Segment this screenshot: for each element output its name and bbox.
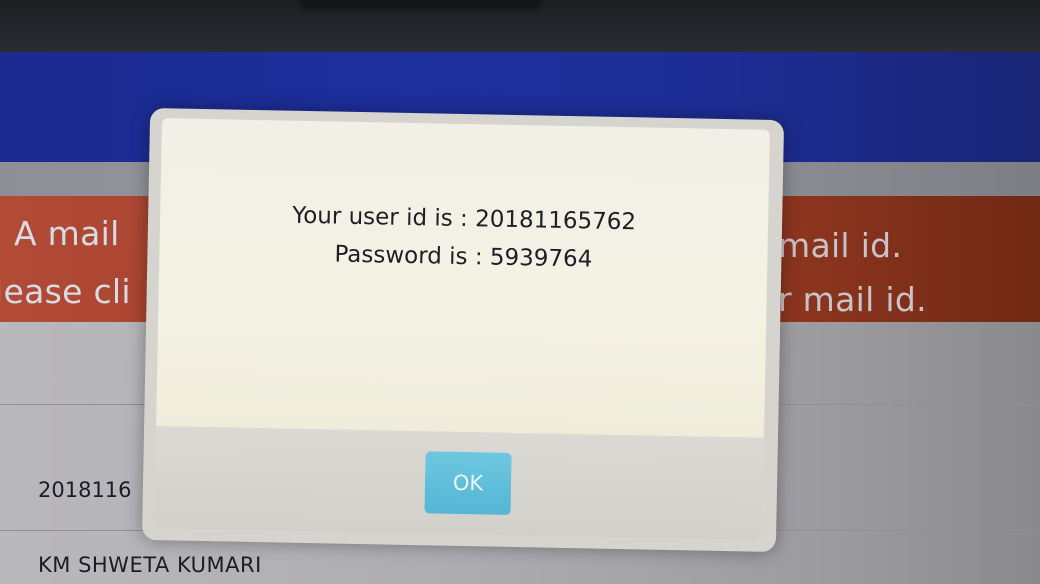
credentials-dialog: Your user id is : 20181165762 Password i… <box>141 107 785 553</box>
alert-text-line1-right: mail id. <box>778 226 903 265</box>
dialog-body: Your user id is : 20181165762 Password i… <box>156 118 770 438</box>
dialog-footer: OK <box>154 426 764 540</box>
alert-text-line2-right: r mail id. <box>778 280 927 319</box>
alert-text-line2-left: lease cli <box>0 272 131 311</box>
user-id-value: 2018116 <box>38 478 132 502</box>
student-name-value: KM SHWETA KUMARI <box>38 553 262 577</box>
alert-text-line1-left: A mail <box>14 214 120 253</box>
blurred-heading <box>300 0 540 10</box>
top-strip <box>0 0 1040 52</box>
screen: A mail lease cli mail id. r mail id. 201… <box>0 0 1040 584</box>
dialog-message: Your user id is : 20181165762 Password i… <box>159 194 768 282</box>
ok-button[interactable]: OK <box>424 451 512 515</box>
